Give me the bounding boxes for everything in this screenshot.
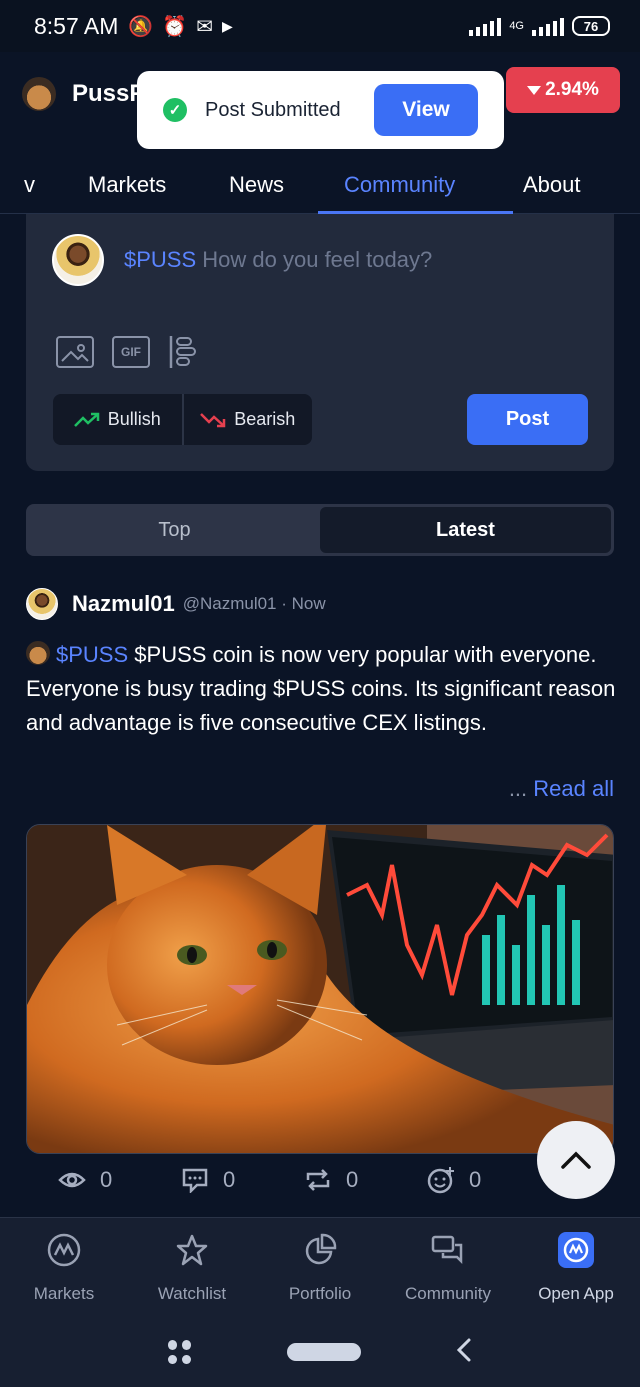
- trend-down-icon: [200, 412, 226, 427]
- nav-watchlist[interactable]: Watchlist: [128, 1218, 256, 1317]
- signal-icon-2: [532, 16, 564, 36]
- bullish-button[interactable]: Bullish: [53, 394, 182, 445]
- add-reaction-icon: [427, 1166, 455, 1194]
- nav-portfolio[interactable]: Portfolio: [256, 1218, 384, 1317]
- back-button[interactable]: [456, 1337, 472, 1368]
- chevron-up-icon: [561, 1151, 591, 1169]
- cat-laptop-illustration: [27, 825, 613, 1153]
- bullish-label: Bullish: [107, 409, 161, 429]
- network-type: 4G: [509, 20, 524, 32]
- tab-overview[interactable]: v: [24, 156, 35, 213]
- nav-community-label: Community: [405, 1284, 491, 1303]
- composer-tools: GIF: [56, 334, 198, 370]
- coin-emoji-icon: [26, 641, 50, 665]
- read-all-link[interactable]: ... Read all: [509, 776, 614, 802]
- post-text: $PUSS $PUSS coin is now very popular wit…: [26, 638, 616, 740]
- nav-markets-label: Markets: [33, 1284, 95, 1303]
- tab-news[interactable]: News: [229, 156, 284, 213]
- post-ticker-link[interactable]: $PUSS: [56, 642, 128, 667]
- sort-top-button[interactable]: Top: [29, 507, 320, 553]
- home-button[interactable]: [286, 1343, 361, 1361]
- image-icon[interactable]: [56, 336, 94, 368]
- tab-community[interactable]: Community: [344, 156, 455, 213]
- reposts-count: 0: [346, 1167, 359, 1192]
- post-button[interactable]: Post: [467, 394, 588, 445]
- coin-name: PussF: [72, 80, 145, 107]
- author-avatar[interactable]: [26, 588, 58, 620]
- bottom-navigation: Markets Watchlist Portfolio Community Op…: [0, 1217, 640, 1317]
- gif-icon[interactable]: GIF: [112, 336, 150, 368]
- nav-markets[interactable]: Markets: [0, 1218, 128, 1317]
- status-icons: 🔕 ⏰ ✉ ▶: [128, 14, 232, 39]
- messenger-icon: ✉: [196, 15, 213, 38]
- status-time: 8:57 AM: [34, 12, 119, 39]
- composer-placeholder: How do you feel today?: [202, 247, 433, 272]
- price-change-badge[interactable]: 2.94%: [506, 67, 620, 113]
- reactions-count: 0: [469, 1167, 482, 1192]
- eye-icon: [58, 1166, 86, 1194]
- bearish-button[interactable]: Bearish: [181, 394, 313, 445]
- tab-about[interactable]: About: [523, 156, 581, 213]
- reactions-stat[interactable]: 0: [427, 1166, 550, 1194]
- app-logo-icon: [558, 1232, 594, 1268]
- price-change-value: 2.94%: [545, 79, 599, 100]
- sentiment-selector: Bullish Bearish: [53, 394, 312, 445]
- tab-markets[interactable]: Markets: [88, 156, 166, 213]
- post-header: Nazmul01 @Nazmul01 · Now: [26, 588, 326, 620]
- pie-chart-icon: [302, 1232, 338, 1268]
- sort-latest-button[interactable]: Latest: [320, 507, 611, 553]
- poll-icon[interactable]: [168, 334, 198, 370]
- comments-stat[interactable]: 0: [181, 1166, 304, 1194]
- user-avatar: [52, 234, 104, 286]
- comments-count: 0: [223, 1167, 236, 1192]
- composer-input[interactable]: $PUSS How do you feel today?: [124, 247, 432, 273]
- views-stat: 0: [58, 1166, 181, 1194]
- repost-icon: [304, 1166, 332, 1194]
- play-icon: ▶: [221, 17, 233, 34]
- nav-watchlist-label: Watchlist: [157, 1284, 227, 1303]
- battery-icon: 76: [572, 16, 610, 36]
- chat-bubbles-icon: [430, 1232, 466, 1268]
- post-submitted-toast: ✓ Post Submitted View: [137, 71, 504, 149]
- trend-up-icon: [73, 412, 99, 427]
- recent-apps-button[interactable]: [167, 1340, 192, 1364]
- down-arrow-icon: [527, 85, 542, 95]
- page-tabs: v Markets News Community About: [0, 156, 640, 214]
- alarm-icon: ⏰: [162, 15, 188, 38]
- toast-message: Post Submitted: [205, 98, 341, 121]
- nav-portfolio-label: Portfolio: [288, 1284, 352, 1303]
- author-name[interactable]: Nazmul01: [72, 591, 175, 617]
- system-navigation-bar: [0, 1317, 640, 1387]
- nav-open-app[interactable]: Open App: [512, 1218, 640, 1317]
- author-handle-time: @Nazmul01 · Now: [182, 594, 326, 613]
- toast-view-button[interactable]: View: [374, 84, 478, 136]
- views-count: 0: [100, 1167, 113, 1192]
- markets-icon: [46, 1232, 82, 1268]
- mute-icon: 🔕: [128, 15, 154, 38]
- status-bar: 8:57 AM 🔕 ⏰ ✉ ▶ 4G 76: [0, 0, 640, 52]
- nav-open-app-label: Open App: [538, 1284, 614, 1303]
- post-image[interactable]: [26, 824, 614, 1154]
- star-icon: [174, 1232, 210, 1268]
- reposts-stat[interactable]: 0: [304, 1166, 427, 1194]
- nav-community[interactable]: Community: [384, 1218, 512, 1317]
- success-check-icon: ✓: [163, 98, 187, 122]
- coin-logo-icon: [22, 77, 56, 111]
- comment-icon: [181, 1166, 209, 1194]
- bearish-label: Bearish: [234, 409, 296, 429]
- signal-icon: [469, 16, 502, 36]
- chevron-left-icon: [457, 1338, 471, 1361]
- scroll-to-top-button[interactable]: [537, 1121, 615, 1199]
- feed-sort-toggle: Top Latest: [26, 504, 614, 556]
- composer-ticker: $PUSS: [124, 247, 197, 272]
- post-stats: 0 0 0 0: [58, 1166, 550, 1194]
- post-composer: $PUSS How do you feel today? GIF Bullish…: [26, 214, 614, 471]
